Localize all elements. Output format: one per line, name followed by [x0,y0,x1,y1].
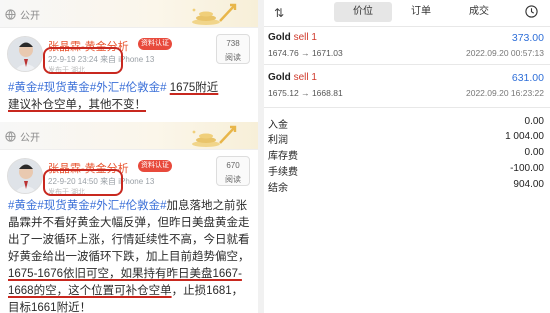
hashtag[interactable]: #现货黄金 [37,82,89,94]
sort-icon[interactable]: ⇅ [274,6,284,20]
summary-value: 0.00 [524,116,544,127]
annotation-circle [43,47,123,74]
visibility-bar: 公开 [0,0,258,28]
post-1: 公开 张晶霖-黄金分析 资料认证 22-9-19 23:24 来自 iPhone… [0,0,258,122]
order-row[interactable]: Gold sell 1 1675.12 → 1668.81 631.00 202… [264,68,550,104]
summary-value: -100.00 [510,163,544,174]
order-symbol: Gold [268,72,291,83]
summary-label: 入金 [268,120,288,131]
tab-positions[interactable]: 价位 [334,2,392,22]
order-side: sell 1 [293,72,317,83]
highlighted-text: 1675附近 [169,82,219,94]
view-count: 670 阅读 [216,156,250,186]
order-row[interactable]: Gold sell 1 1674.76 → 1671.03 373.00 202… [264,28,550,64]
weibo-feed: 公开 张晶霖-黄金分析 资料认证 22-9-19 23:24 来自 iPhone… [0,0,258,313]
post-text: 建议补仓空单，其他不变！ [8,99,146,111]
order-side: sell 1 [293,32,317,43]
view-count-number: 670 [226,161,240,170]
visibility-label: 公开 [20,11,40,22]
order-profit: 631.00 [511,72,544,84]
hashtag[interactable]: #外汇 [90,82,119,94]
order-date: 2022.09.20 16:23:22 [466,88,544,98]
summary-row: 入金 0.00 [264,116,550,132]
trading-history-panel: ⇅ 价位 订单 成交 Gold sell 1 1674.76 → 1671.03… [264,0,550,313]
order-symbol: Gold [268,32,291,43]
summary-label: 利润 [268,135,288,146]
annotation-circle [43,169,123,196]
hashtag[interactable]: #伦敦金# [119,82,166,94]
summary-row: 库存费 0.00 [264,147,550,163]
order-title: Gold sell 1 [268,32,317,43]
hashtag[interactable]: #黄金 [8,82,37,94]
order-title: Gold sell 1 [268,72,317,83]
view-count-number: 738 [226,39,240,48]
verified-badge: 资料认证 [138,38,172,50]
lock-icon [5,9,16,20]
avatar-person-icon [8,159,42,193]
tab-deals[interactable]: 成交 [450,2,508,22]
hashtag[interactable]: #黄金 [8,200,37,212]
summary-value: 904.00 [513,179,544,190]
hashtag[interactable]: #外汇 [90,200,119,212]
divider [264,107,550,108]
post-body: #黄金#现货黄金#外汇#伦敦金#加息落地之前张晶霖并不看好黄金大幅反弹，但昨日美… [8,198,254,313]
avatar[interactable] [7,36,43,72]
summary-row: 结余 904.00 [264,179,550,195]
summary-label: 结余 [268,183,288,194]
avatar-person-icon [8,37,42,71]
lock-icon [5,131,16,142]
summary-label: 库存费 [268,151,298,162]
gold-coins-decoration [192,125,237,147]
view-count-label: 阅读 [225,53,241,62]
order-prices: 1674.76 → 1671.03 [268,48,343,58]
divider [264,64,550,65]
order-profit: 373.00 [511,32,544,44]
order-date: 2022.09.20 00:57:13 [466,48,544,58]
visibility-label: 公开 [20,133,40,144]
summary-label: 手续费 [268,167,298,178]
order-prices: 1675.12 → 1668.81 [268,88,343,98]
visibility-bar: 公开 [0,122,258,150]
view-count: 738 阅读 [216,34,250,64]
hashtag[interactable]: #现货黄金 [37,200,89,212]
view-count-label: 阅读 [225,175,241,184]
hashtag[interactable]: #伦敦金# [119,200,166,212]
tab-orders[interactable]: 订单 [392,2,450,22]
divider [264,26,550,27]
history-toolbar: ⇅ 价位 订单 成交 [264,0,550,26]
summary-value: 1 004.00 [505,131,544,142]
history-tabs: 价位 订单 成交 [334,2,508,22]
gold-coins-decoration [192,3,237,25]
post-body: #黄金#现货黄金#外汇#伦敦金# 1675附近建议补仓空单，其他不变！ [8,80,254,114]
summary-row: 利润 1 004.00 [264,131,550,147]
avatar[interactable] [7,158,43,194]
clock-icon[interactable] [525,5,538,18]
summary-value: 0.00 [524,147,544,158]
post-2: 公开 张晶霖-黄金分析 资料认证 22-9-20 14:50 来自 iPhone… [0,122,258,313]
verified-badge: 资料认证 [138,160,172,172]
summary-row: 手续费 -100.00 [264,163,550,179]
